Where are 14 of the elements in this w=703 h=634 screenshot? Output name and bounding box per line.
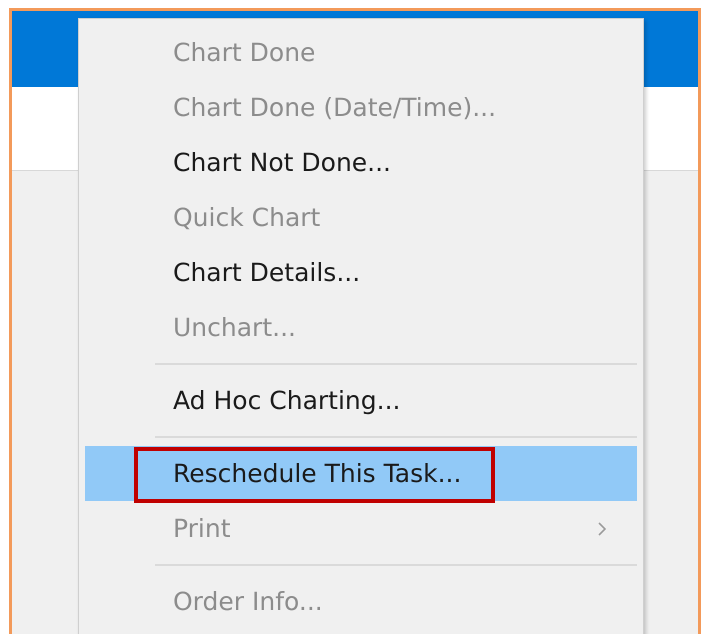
menu-item-label: Chart Done bbox=[173, 36, 316, 69]
menu-item-label: Chart Done (Date/Time)... bbox=[173, 92, 498, 124]
menu-item[interactable]: Reschedule This Task... bbox=[85, 446, 637, 501]
menu-item-label: Ad Hoc Charting... bbox=[173, 384, 402, 417]
menu-item-label: Chart Not Done... bbox=[173, 146, 392, 179]
menu-item-label: Quick Chart bbox=[173, 202, 322, 234]
menu-item[interactable]: Chart Details... bbox=[85, 245, 637, 300]
menu-item-label: Unchart... bbox=[173, 312, 297, 344]
menu-item-label: Chart Details... bbox=[173, 256, 362, 289]
menu-item-label: Print bbox=[173, 512, 232, 545]
menu-item-label: Order Info... bbox=[173, 586, 324, 618]
menu-item[interactable]: Chart Not Done... bbox=[85, 135, 637, 190]
menu-item-label: Reschedule This Task... bbox=[173, 458, 462, 490]
menu-item[interactable]: Ad Hoc Charting... bbox=[85, 373, 637, 428]
